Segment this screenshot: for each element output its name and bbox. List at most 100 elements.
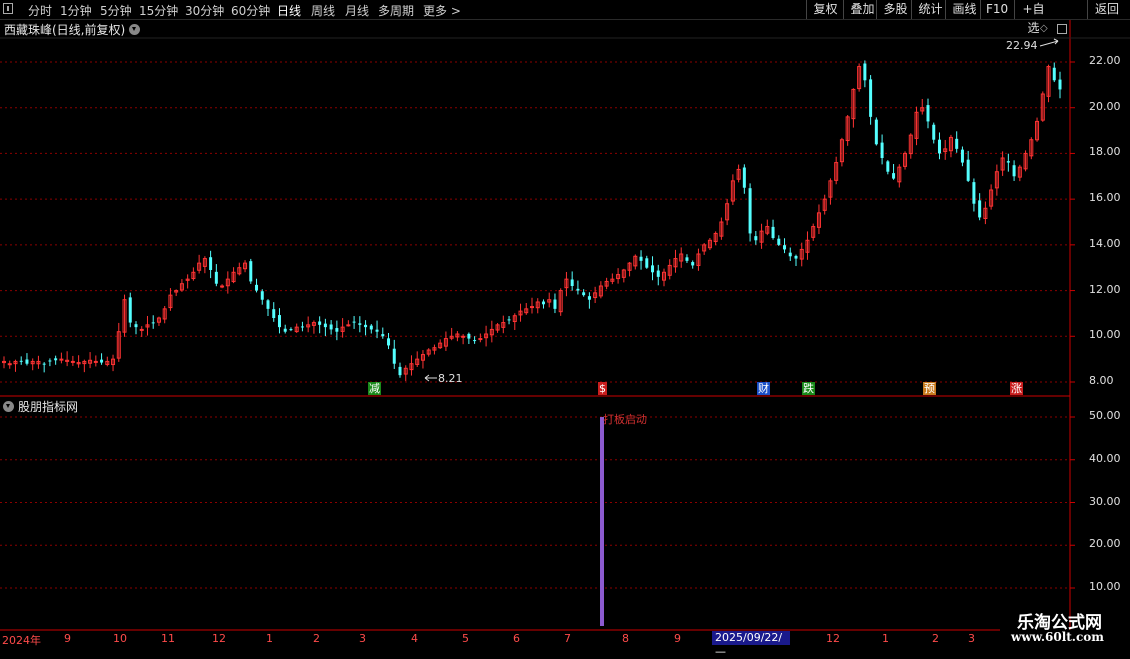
date-label: 1 [882,632,889,645]
candle-body [318,321,322,325]
candle-body [932,124,936,140]
candle-body [691,262,695,266]
selected-date[interactable]: 2025/09/22/— [712,631,790,658]
date-label: 12 [826,632,840,645]
candle-body [955,138,959,149]
candle-body [742,167,746,188]
date-label: 8 [622,632,629,645]
diamond-icon[interactable]: ◇ [1040,23,1048,34]
candles [2,60,1062,382]
candle-body [541,301,545,305]
main-chart-title: 西藏珠峰(日线,前复权) [4,23,126,37]
event-badge-reduce[interactable]: 减 [368,382,381,395]
candle-body [54,358,58,361]
candle-body [685,257,689,261]
candle-body [507,319,511,321]
candle-body [358,323,362,325]
candle-body [352,321,356,323]
event-badge-dollar[interactable]: $ [598,382,607,395]
y-tick-label: 20.00 [1089,537,1121,551]
candle-body [1052,67,1056,81]
layout-icon[interactable] [1057,24,1067,34]
y-tick-label: 10.00 [1089,328,1121,342]
event-badge-forecast[interactable]: 预 [923,382,936,395]
candle-body [937,139,941,154]
signal-label: 打板启动 [603,413,647,426]
date-label: 7 [564,632,571,645]
date-label: 3 [359,632,366,645]
candle-body [926,105,930,122]
y-tick-label: 8.00 [1089,374,1114,387]
candle-body [656,270,660,277]
chart-canvas [0,20,1130,631]
y-tick-label: 12.00 [1089,282,1121,296]
high-price-label: 22.94 [1006,39,1038,52]
candle-body [369,325,373,330]
candle-body [214,271,218,284]
candle-body [364,324,368,328]
candle-body [346,324,351,327]
low-price-label: 8.21 [438,372,463,385]
date-label: 9 [64,632,71,645]
candle-body [788,252,792,257]
event-badge-drop[interactable]: 跌 [802,382,815,395]
candle-body [461,335,466,338]
candle-body [880,142,884,158]
event-badge-rise[interactable]: 涨 [1010,382,1023,395]
y-tick-label: 22.00 [1089,54,1121,67]
candle-body [1006,161,1010,163]
date-label: 2024年 [2,634,41,647]
candle-body [220,285,225,288]
y-tick-label: 20.00 [1089,99,1121,113]
candle-body [209,257,213,270]
candle-body [530,306,534,309]
candle-body [960,149,964,163]
candle-body [1012,165,1016,177]
chevron-down-icon[interactable] [129,24,140,35]
y-tick-label: 14.00 [1089,236,1121,250]
event-badge-finance[interactable]: 财 [757,382,770,395]
candle-body [771,226,775,238]
candle-body [329,324,333,330]
candle-body [886,161,890,172]
y-tick-label: 30.00 [1089,494,1121,508]
candle-body [863,63,867,81]
candle-body [93,360,98,363]
candle-body [473,340,477,342]
candle-body [639,256,643,261]
candle-body [387,338,391,346]
date-label: 4 [411,632,418,645]
date-label: 2 [313,632,320,645]
candle-body [19,360,23,362]
candle-body [335,328,339,332]
candle-body [42,363,46,365]
sub-chart-title: 股朋指标网 [18,400,79,414]
candle-body [283,328,287,332]
date-label: 10 [113,632,127,645]
candle-body [1058,79,1062,90]
candle-body [289,329,293,331]
candle-body [783,245,787,250]
candle-body [255,284,259,291]
sub-chevron-down-icon[interactable] [3,401,14,412]
candle-body [134,324,138,328]
candle-body [249,261,253,282]
candle-body [645,258,649,268]
candle-body [869,79,873,117]
date-label: 1 [266,632,273,645]
y-tick-label: 40.00 [1089,451,1121,465]
date-label: 2 [932,632,939,645]
candle-body [874,119,878,145]
grid-lines [0,61,1075,589]
candle-body [300,326,304,328]
date-label: 9 [674,632,681,645]
candle-body [972,182,976,204]
candle-body [128,297,132,323]
candle-body [553,299,557,309]
y-tick-label: 50.00 [1089,409,1121,422]
signal-bar [600,417,604,626]
candle-body [978,200,982,218]
candle-body [582,292,586,296]
candle-body [323,323,327,328]
candle-body [266,300,270,309]
